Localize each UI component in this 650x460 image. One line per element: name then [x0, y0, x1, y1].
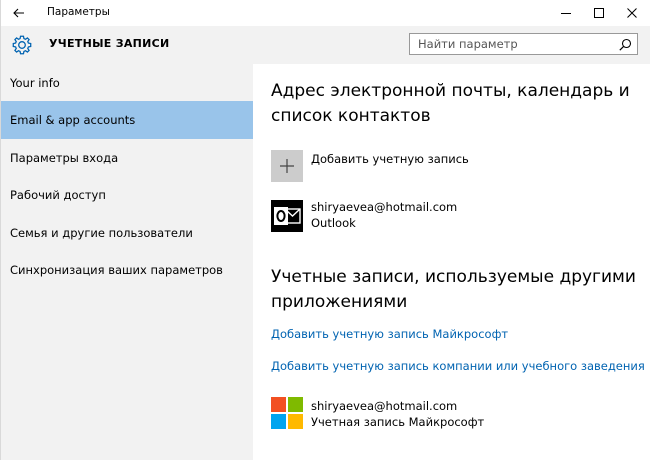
gear-icon: [12, 35, 32, 55]
add-account-label[interactable]: Добавить учетную запись: [311, 152, 469, 166]
section-title: УЧЕТНЫЕ ЗАПИСИ: [49, 37, 170, 50]
microsoft-account-email[interactable]: shiryaevea@hotmail.com: [311, 399, 457, 413]
microsoft-account-type: Учетная запись Майкрософт: [311, 415, 485, 429]
back-button[interactable]: [5, 2, 33, 24]
sidebar-item-family-other-users[interactable]: Семья и другие пользователи: [1, 214, 253, 252]
add-microsoft-account-link[interactable]: Добавить учетную запись Майкрософт: [271, 327, 508, 341]
maximize-button[interactable]: [582, 0, 616, 26]
sidebar-item-label: Параметры входа: [10, 151, 119, 165]
sidebar-item-label: Семья и другие пользователи: [10, 226, 193, 240]
minimize-icon: [561, 13, 571, 14]
search-input[interactable]: [418, 37, 608, 51]
sidebar-item-sync-settings[interactable]: Синхронизация ваших параметров: [1, 251, 253, 289]
sidebar-item-label: Your info: [10, 76, 60, 90]
email-calendar-contacts-heading: Адрес электронной почты, календарь и спи…: [271, 81, 630, 126]
sidebar-item-label: Email & app accounts: [10, 113, 136, 127]
maximize-icon: [594, 8, 604, 18]
sidebar-item-label: Рабочий доступ: [10, 188, 106, 202]
app-title: Параметры: [47, 6, 110, 18]
add-work-school-account-link[interactable]: Добавить учетную запись компании или уче…: [271, 359, 645, 373]
other-apps-accounts-heading: Учетные записи, используемые другими при…: [271, 267, 636, 312]
sidebar: Your info Email & app accounts Параметры…: [1, 64, 253, 460]
outlook-account-type: Outlook: [311, 216, 356, 230]
back-arrow-icon: [13, 8, 24, 18]
close-button[interactable]: [615, 0, 649, 26]
sidebar-item-work-access[interactable]: Рабочий доступ: [1, 176, 253, 214]
page-header: УЧЕТНЫЕ ЗАПИСИ: [1, 26, 650, 64]
outlook-icon[interactable]: [271, 200, 303, 232]
search-icon[interactable]: [619, 38, 632, 51]
sidebar-item-your-info[interactable]: Your info: [1, 64, 253, 102]
settings-window: Параметры УЧЕТНЫЕ ЗАПИСИ Найти параметр …: [0, 0, 650, 460]
main-content: Адрес электронной почты, календарь и спи…: [253, 64, 650, 460]
search-box[interactable]: [409, 33, 638, 55]
sidebar-item-email-app-accounts[interactable]: Email & app accounts: [1, 101, 253, 139]
plus-icon: [280, 159, 294, 173]
close-icon: [627, 8, 637, 18]
sidebar-item-sign-in-options[interactable]: Параметры входа: [1, 139, 253, 177]
minimize-button[interactable]: [549, 0, 583, 26]
microsoft-logo-icon[interactable]: [271, 397, 303, 429]
title-bar: Параметры: [1, 0, 650, 26]
sidebar-item-label: Синхронизация ваших параметров: [10, 263, 223, 277]
add-account-button[interactable]: [271, 150, 303, 182]
outlook-account-email[interactable]: shiryaevea@hotmail.com: [311, 200, 457, 214]
